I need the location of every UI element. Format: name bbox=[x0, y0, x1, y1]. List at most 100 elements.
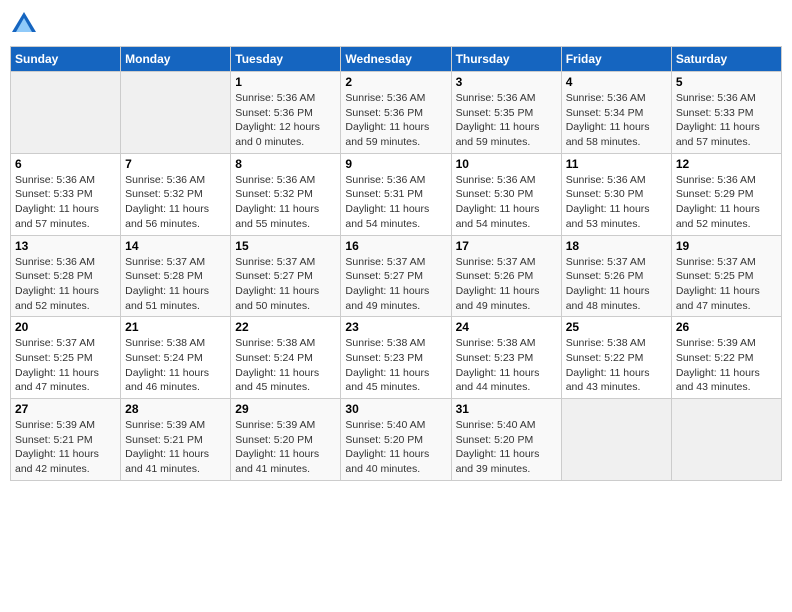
calendar-cell bbox=[561, 399, 671, 481]
calendar-cell: 14 Sunrise: 5:37 AMSunset: 5:28 PMDayligh… bbox=[121, 235, 231, 317]
day-info: Sunrise: 5:39 AMSunset: 5:22 PMDaylight:… bbox=[676, 336, 777, 395]
day-number: 6 bbox=[15, 157, 116, 171]
day-info: Sunrise: 5:37 AMSunset: 5:27 PMDaylight:… bbox=[235, 255, 336, 314]
day-number: 14 bbox=[125, 239, 226, 253]
logo-icon bbox=[10, 10, 38, 38]
day-info: Sunrise: 5:37 AMSunset: 5:27 PMDaylight:… bbox=[345, 255, 446, 314]
calendar-cell: 9 Sunrise: 5:36 AMSunset: 5:31 PMDaylight… bbox=[341, 153, 451, 235]
calendar-cell: 1 Sunrise: 5:36 AMSunset: 5:36 PMDaylight… bbox=[231, 72, 341, 154]
day-number: 10 bbox=[456, 157, 557, 171]
day-number: 27 bbox=[15, 402, 116, 416]
day-info: Sunrise: 5:38 AMSunset: 5:24 PMDaylight:… bbox=[235, 336, 336, 395]
calendar-cell: 16 Sunrise: 5:37 AMSunset: 5:27 PMDayligh… bbox=[341, 235, 451, 317]
day-number: 30 bbox=[345, 402, 446, 416]
logo bbox=[10, 10, 42, 38]
calendar-cell: 31 Sunrise: 5:40 AMSunset: 5:20 PMDayligh… bbox=[451, 399, 561, 481]
day-info: Sunrise: 5:40 AMSunset: 5:20 PMDaylight:… bbox=[456, 418, 557, 477]
day-number: 4 bbox=[566, 75, 667, 89]
day-number: 28 bbox=[125, 402, 226, 416]
weekday-header-thursday: Thursday bbox=[451, 47, 561, 72]
calendar-cell: 4 Sunrise: 5:36 AMSunset: 5:34 PMDaylight… bbox=[561, 72, 671, 154]
day-number: 16 bbox=[345, 239, 446, 253]
calendar-cell: 11Sunrise: 5:36 AMSunset: 5:30 PMDayligh… bbox=[561, 153, 671, 235]
calendar-cell: 6 Sunrise: 5:36 AMSunset: 5:33 PMDaylight… bbox=[11, 153, 121, 235]
day-info: Sunrise: 5:36 AMSunset: 5:36 PMDaylight:… bbox=[345, 91, 446, 150]
day-number: 19 bbox=[676, 239, 777, 253]
day-number: 7 bbox=[125, 157, 226, 171]
day-info: Sunrise: 5:37 AMSunset: 5:25 PMDaylight:… bbox=[15, 336, 116, 395]
calendar-cell bbox=[121, 72, 231, 154]
day-number: 12 bbox=[676, 157, 777, 171]
day-number: 22 bbox=[235, 320, 336, 334]
day-info: Sunrise: 5:37 AMSunset: 5:25 PMDaylight:… bbox=[676, 255, 777, 314]
weekday-header-wednesday: Wednesday bbox=[341, 47, 451, 72]
day-info: Sunrise: 5:37 AMSunset: 5:28 PMDaylight:… bbox=[125, 255, 226, 314]
calendar-cell: 20 Sunrise: 5:37 AMSunset: 5:25 PMDayligh… bbox=[11, 317, 121, 399]
day-number: 24 bbox=[456, 320, 557, 334]
day-info: Sunrise: 5:36 AMSunset: 5:31 PMDaylight:… bbox=[345, 173, 446, 232]
calendar-cell: 21 Sunrise: 5:38 AMSunset: 5:24 PMDayligh… bbox=[121, 317, 231, 399]
day-info: Sunrise: 5:38 AMSunset: 5:22 PMDaylight:… bbox=[566, 336, 667, 395]
calendar-cell: 5 Sunrise: 5:36 AMSunset: 5:33 PMDaylight… bbox=[671, 72, 781, 154]
day-number: 23 bbox=[345, 320, 446, 334]
calendar-cell: 19 Sunrise: 5:37 AMSunset: 5:25 PMDayligh… bbox=[671, 235, 781, 317]
day-info: Sunrise: 5:40 AMSunset: 5:20 PMDaylight:… bbox=[345, 418, 446, 477]
day-number: 1 bbox=[235, 75, 336, 89]
calendar-row: 6 Sunrise: 5:36 AMSunset: 5:33 PMDaylight… bbox=[11, 153, 782, 235]
day-info: Sunrise: 5:36 AMSunset: 5:29 PMDaylight:… bbox=[676, 173, 777, 232]
weekday-header-sunday: Sunday bbox=[11, 47, 121, 72]
calendar-cell: 24 Sunrise: 5:38 AMSunset: 5:23 PMDayligh… bbox=[451, 317, 561, 399]
calendar-table: SundayMondayTuesdayWednesdayThursdayFrid… bbox=[10, 46, 782, 481]
day-info: Sunrise: 5:38 AMSunset: 5:24 PMDaylight:… bbox=[125, 336, 226, 395]
day-info: Sunrise: 5:39 AMSunset: 5:21 PMDaylight:… bbox=[125, 418, 226, 477]
day-info: Sunrise: 5:36 AMSunset: 5:30 PMDaylight:… bbox=[456, 173, 557, 232]
day-info: Sunrise: 5:36 AMSunset: 5:30 PMDaylight:… bbox=[566, 173, 667, 232]
calendar-cell bbox=[11, 72, 121, 154]
day-info: Sunrise: 5:38 AMSunset: 5:23 PMDaylight:… bbox=[456, 336, 557, 395]
calendar-cell: 10 Sunrise: 5:36 AMSunset: 5:30 PMDayligh… bbox=[451, 153, 561, 235]
day-number: 5 bbox=[676, 75, 777, 89]
day-info: Sunrise: 5:39 AMSunset: 5:20 PMDaylight:… bbox=[235, 418, 336, 477]
day-number: 17 bbox=[456, 239, 557, 253]
day-info: Sunrise: 5:36 AMSunset: 5:34 PMDaylight:… bbox=[566, 91, 667, 150]
day-number: 20 bbox=[15, 320, 116, 334]
calendar-cell: 23 Sunrise: 5:38 AMSunset: 5:23 PMDayligh… bbox=[341, 317, 451, 399]
day-number: 15 bbox=[235, 239, 336, 253]
calendar-cell: 27 Sunrise: 5:39 AMSunset: 5:21 PMDayligh… bbox=[11, 399, 121, 481]
calendar-cell: 8 Sunrise: 5:36 AMSunset: 5:32 PMDaylight… bbox=[231, 153, 341, 235]
day-info: Sunrise: 5:39 AMSunset: 5:21 PMDaylight:… bbox=[15, 418, 116, 477]
calendar-cell: 15 Sunrise: 5:37 AMSunset: 5:27 PMDayligh… bbox=[231, 235, 341, 317]
day-info: Sunrise: 5:37 AMSunset: 5:26 PMDaylight:… bbox=[566, 255, 667, 314]
calendar-cell: 30 Sunrise: 5:40 AMSunset: 5:20 PMDayligh… bbox=[341, 399, 451, 481]
calendar-cell bbox=[671, 399, 781, 481]
calendar-cell: 26 Sunrise: 5:39 AMSunset: 5:22 PMDayligh… bbox=[671, 317, 781, 399]
day-number: 29 bbox=[235, 402, 336, 416]
day-number: 31 bbox=[456, 402, 557, 416]
day-info: Sunrise: 5:36 AMSunset: 5:28 PMDaylight:… bbox=[15, 255, 116, 314]
weekday-header-friday: Friday bbox=[561, 47, 671, 72]
calendar-cell: 28 Sunrise: 5:39 AMSunset: 5:21 PMDayligh… bbox=[121, 399, 231, 481]
day-info: Sunrise: 5:38 AMSunset: 5:23 PMDaylight:… bbox=[345, 336, 446, 395]
weekday-header-saturday: Saturday bbox=[671, 47, 781, 72]
day-info: Sunrise: 5:36 AMSunset: 5:33 PMDaylight:… bbox=[15, 173, 116, 232]
day-number: 21 bbox=[125, 320, 226, 334]
day-number: 2 bbox=[345, 75, 446, 89]
calendar-cell: 13 Sunrise: 5:36 AMSunset: 5:28 PMDayligh… bbox=[11, 235, 121, 317]
calendar-cell: 22 Sunrise: 5:38 AMSunset: 5:24 PMDayligh… bbox=[231, 317, 341, 399]
day-number: 26 bbox=[676, 320, 777, 334]
calendar-row: 20 Sunrise: 5:37 AMSunset: 5:25 PMDayligh… bbox=[11, 317, 782, 399]
page-header bbox=[10, 10, 782, 38]
day-info: Sunrise: 5:36 AMSunset: 5:32 PMDaylight:… bbox=[235, 173, 336, 232]
day-number: 9 bbox=[345, 157, 446, 171]
day-info: Sunrise: 5:36 AMSunset: 5:32 PMDaylight:… bbox=[125, 173, 226, 232]
calendar-cell: 3Sunrise: 5:36 AMSunset: 5:35 PMDaylight… bbox=[451, 72, 561, 154]
day-number: 13 bbox=[15, 239, 116, 253]
day-number: 3 bbox=[456, 75, 557, 89]
day-number: 18 bbox=[566, 239, 667, 253]
calendar-cell: 18 Sunrise: 5:37 AMSunset: 5:26 PMDayligh… bbox=[561, 235, 671, 317]
day-number: 8 bbox=[235, 157, 336, 171]
day-info: Sunrise: 5:36 AMSunset: 5:36 PMDaylight:… bbox=[235, 91, 336, 150]
day-info: Sunrise: 5:36 AMSunset: 5:33 PMDaylight:… bbox=[676, 91, 777, 150]
calendar-cell: 2 Sunrise: 5:36 AMSunset: 5:36 PMDaylight… bbox=[341, 72, 451, 154]
calendar-header-row: SundayMondayTuesdayWednesdayThursdayFrid… bbox=[11, 47, 782, 72]
